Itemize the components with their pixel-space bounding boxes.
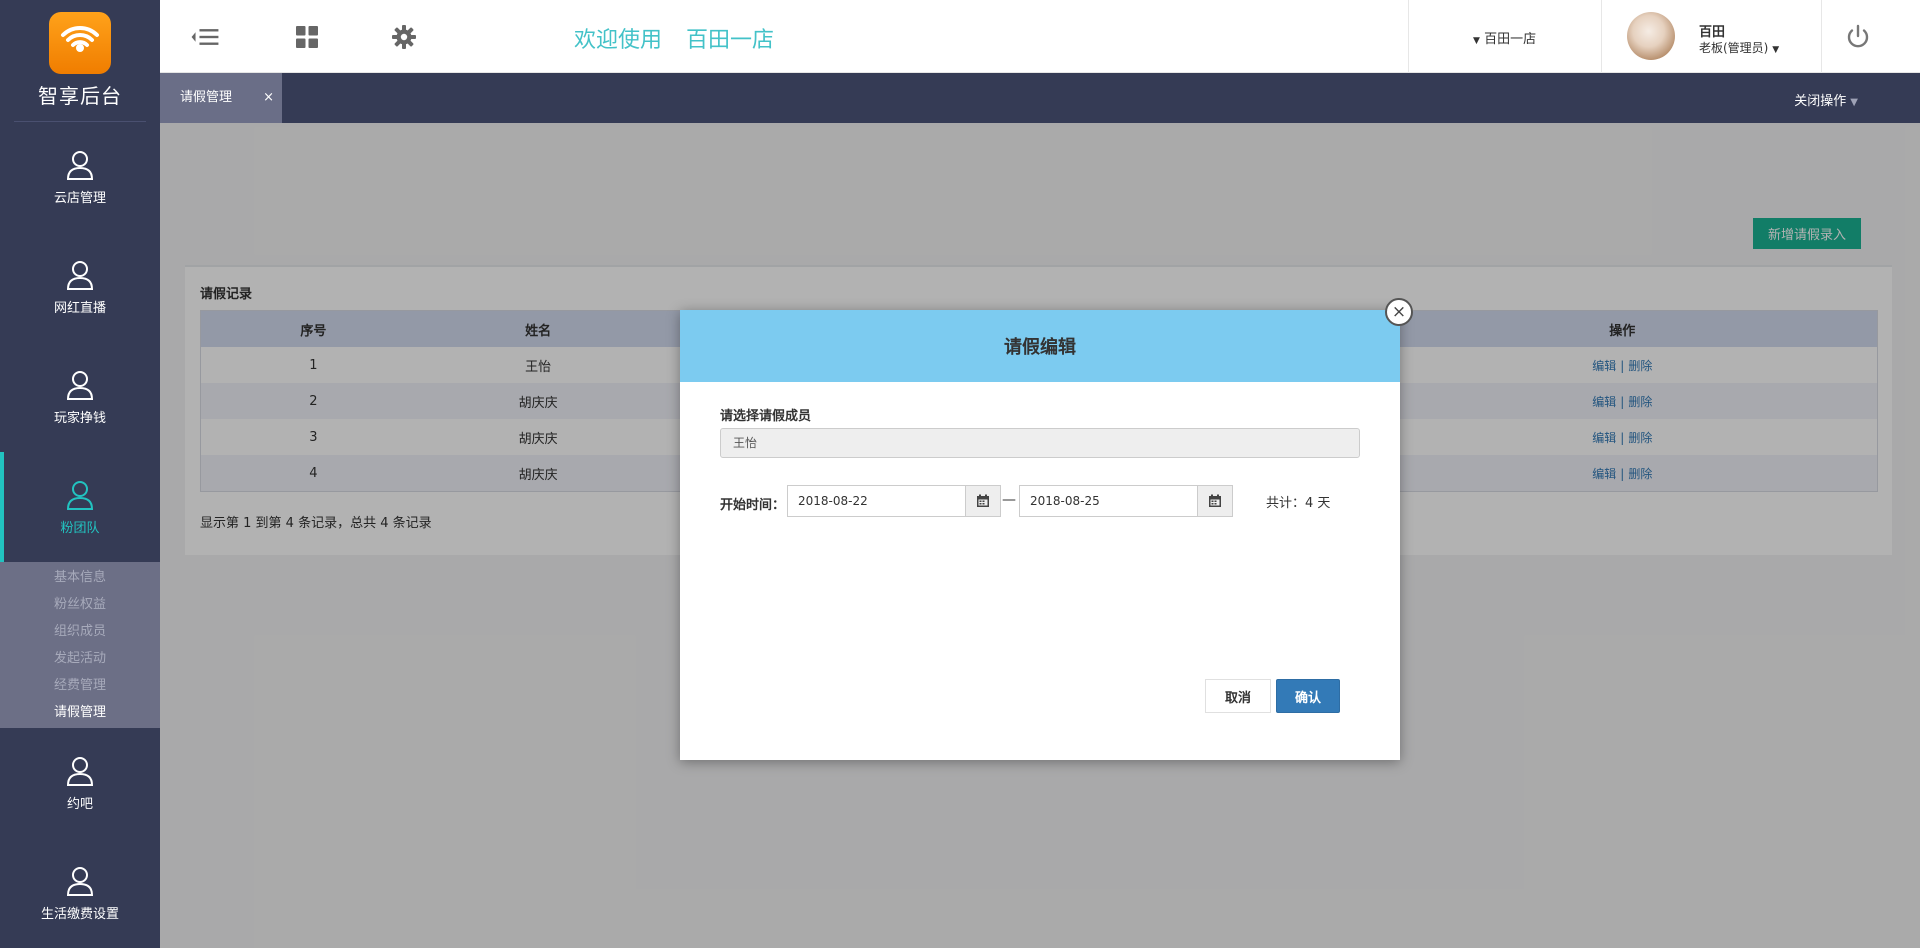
subnav-item-members[interactable]: 组织成员 — [0, 618, 160, 645]
caret-down-icon: ▼ — [1772, 45, 1780, 55]
grid-icon[interactable] — [292, 22, 322, 52]
store-selector[interactable]: ▼ 百田一店 — [1473, 28, 1536, 47]
sidebar-subnav: 基本信息 粉丝权益 组织成员 发起活动 经费管理 请假管理 — [0, 562, 160, 728]
caret-down-icon: ▼ — [1473, 36, 1480, 46]
subnav-item-funds[interactable]: 经费管理 — [0, 672, 160, 699]
user-name: 百田 — [1699, 25, 1726, 40]
leave-edit-modal: 请假编辑 × 请选择请假成员 王怡 开始时间： 2018-08-22 — 201… — [680, 298, 1413, 760]
sidebar-item-label: 粉团队 — [60, 520, 100, 536]
user-icon — [66, 480, 94, 510]
start-date-picker[interactable]: 2018-08-22 — [787, 485, 1001, 517]
sidebar-item-earn[interactable]: 玩家挣钱 — [0, 342, 160, 452]
total-days: 共计：4 天 — [1266, 496, 1331, 511]
start-time-label: 开始时间： — [720, 498, 786, 513]
subnav-item-leave[interactable]: 请假管理 — [0, 699, 160, 726]
close-ops-label: 关闭操作 — [1794, 94, 1847, 109]
store-selector-label: 百田一店 — [1484, 32, 1537, 47]
sidebar-item-fan-team[interactable]: 粉团队 — [0, 452, 160, 562]
user-icon — [66, 260, 94, 290]
cancel-button[interactable]: 取消 — [1205, 679, 1271, 713]
user-role-label: 老板(管理员) — [1699, 41, 1769, 55]
welcome-store: 百田一店 — [686, 28, 775, 53]
member-field[interactable]: 王怡 — [720, 428, 1360, 458]
sidebar-item-live[interactable]: 网红直播 — [0, 232, 160, 342]
gear-icon[interactable] — [389, 22, 419, 52]
start-date-input[interactable]: 2018-08-22 — [788, 486, 965, 516]
avatar[interactable] — [1627, 12, 1675, 60]
close-operations-dropdown[interactable]: 关闭操作 ▼ — [1794, 90, 1858, 109]
subnav-item-activities[interactable]: 发起活动 — [0, 645, 160, 672]
user-icon — [66, 370, 94, 400]
caret-down-icon: ▼ — [1850, 97, 1858, 108]
brand-name: 智享后台 — [38, 84, 122, 108]
calendar-icon[interactable] — [965, 486, 1000, 516]
tab-leave-management[interactable]: 请假管理 × — [160, 73, 282, 123]
logo: 智享后台 — [14, 0, 146, 122]
subnav-item-fan-rights[interactable]: 粉丝权益 — [0, 591, 160, 618]
tab-label: 请假管理 — [180, 90, 233, 105]
user-role-dropdown[interactable]: 老板(管理员) ▼ — [1699, 39, 1779, 56]
tab-bar: 请假管理 × 关闭操作 ▼ — [160, 73, 1920, 123]
power-icon[interactable] — [1843, 22, 1873, 52]
end-date-input[interactable]: 2018-08-25 — [1020, 486, 1197, 516]
end-date-picker[interactable]: 2018-08-25 — [1019, 485, 1233, 517]
sidebar-item-cloud-store[interactable]: 云店管理 — [0, 122, 160, 232]
welcome-text: 欢迎使用 百田一店 — [574, 22, 774, 54]
sidebar-item-label: 云店管理 — [53, 190, 106, 206]
sidebar-item-label: 网红直播 — [53, 300, 106, 316]
user-icon — [66, 756, 94, 786]
welcome-label: 欢迎使用 — [574, 28, 663, 53]
menu-collapse-icon[interactable] — [190, 22, 220, 52]
sidebar-item-label: 玩家挣钱 — [53, 410, 106, 426]
close-icon[interactable]: × — [1385, 298, 1413, 326]
wifi-logo-icon — [49, 12, 111, 74]
sidebar-item-label: 生活缴费设置 — [40, 906, 119, 922]
divider — [1601, 0, 1602, 73]
user-icon — [66, 150, 94, 180]
member-label: 请选择请假成员 — [720, 409, 812, 424]
user-icon — [66, 866, 94, 896]
tab-close-icon[interactable]: × — [263, 73, 274, 123]
date-range-dash: — — [1002, 492, 1016, 508]
sidebar-item-label: 约吧 — [66, 796, 93, 812]
sidebar-item-yueba[interactable]: 约吧 — [0, 728, 160, 838]
divider — [1408, 0, 1409, 73]
sidebar: 智享后台 云店管理 网红直播 玩家挣钱 粉团队 基本信息 粉丝权益 组织成员 发… — [0, 0, 160, 948]
confirm-button[interactable]: 确认 — [1276, 679, 1340, 713]
top-header: 欢迎使用 百田一店 ▼ 百田一店 百田 老板(管理员) ▼ — [160, 0, 1920, 73]
sidebar-item-billing[interactable]: 生活缴费设置 — [0, 838, 160, 948]
subnav-item-basic-info[interactable]: 基本信息 — [0, 564, 160, 591]
modal-title: 请假编辑 — [680, 310, 1400, 382]
calendar-icon[interactable] — [1197, 486, 1232, 516]
divider — [1821, 0, 1822, 73]
